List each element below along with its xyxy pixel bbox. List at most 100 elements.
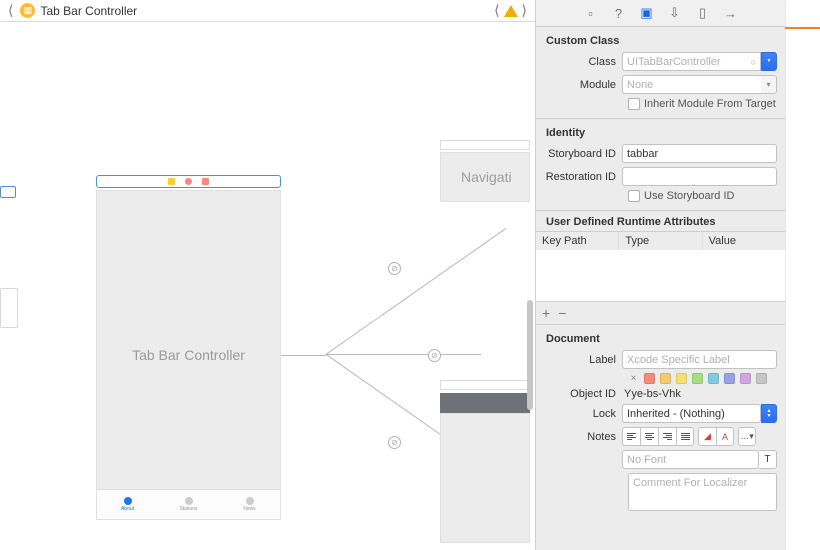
swatch-gray[interactable] (756, 373, 767, 384)
align-justify-button[interactable] (676, 427, 694, 446)
more-options-button[interactable]: …▾ (738, 427, 756, 446)
storyboard-canvas[interactable]: ⟨ ▦ Tab Bar Controller ⟨ ⟩ Tab Bar Contr… (0, 0, 535, 550)
breadcrumb-title: Tab Bar Controller (40, 4, 137, 18)
udra-add-button[interactable]: + (542, 305, 550, 321)
module-label: Module (544, 79, 622, 91)
offscreen-scene-stub (0, 186, 16, 198)
offscreen-scene-stub (0, 288, 18, 328)
identity-inspector-icon[interactable]: ▣ (639, 5, 655, 21)
align-left-button[interactable] (622, 427, 640, 446)
bg-color-button[interactable]: A (716, 427, 734, 446)
tab-glyph-icon (185, 497, 193, 505)
tab-item-about[interactable]: About (97, 490, 158, 519)
localizer-comment-field[interactable]: Comment For Localizer (628, 473, 777, 511)
font-picker-icon[interactable]: T (759, 450, 777, 469)
use-storyboard-id-checkbox[interactable] (628, 190, 640, 202)
tab-glyph-icon (246, 497, 254, 505)
segue-badge-icon[interactable]: ⊘ (388, 262, 401, 275)
restoration-id-field[interactable] (622, 167, 777, 186)
swatch-orange[interactable] (660, 373, 671, 384)
nav-back-icon[interactable]: ⟨ (6, 2, 15, 19)
text-color-button[interactable]: ◢ (698, 427, 716, 446)
udra-section: User Defined Runtime Attributes Key Path… (536, 211, 785, 325)
lock-select[interactable]: Inherited - (Nothing) (622, 404, 761, 423)
jump-forward-icon[interactable]: ⟩ (520, 2, 529, 19)
storyboard-id-field[interactable]: tabbar (622, 144, 777, 163)
connections-inspector-icon[interactable]: → (723, 5, 739, 21)
segue-badge-icon[interactable]: ⊘ (428, 349, 441, 362)
dest-scene[interactable]: Navigati (440, 152, 530, 202)
dest-scene-titlebar (440, 380, 530, 390)
class-dropdown-icon[interactable]: ▾ (761, 52, 777, 71)
inherit-module-checkbox[interactable] (628, 98, 640, 110)
section-title: Custom Class (544, 31, 777, 52)
jump-back-icon[interactable]: ⟨ (492, 2, 501, 19)
tab-item-label: News (243, 506, 256, 512)
lock-dropdown-icon[interactable]: ▴▾ (761, 404, 777, 423)
module-field[interactable]: None (622, 75, 761, 94)
dest-scene[interactable] (440, 413, 530, 543)
file-inspector-icon[interactable]: ▫ (583, 5, 599, 21)
notes-label: Notes (544, 431, 622, 443)
udra-body[interactable] (536, 250, 785, 302)
swatch-teal[interactable] (708, 373, 719, 384)
class-clear-icon[interactable]: ○ (747, 52, 761, 71)
tab-glyph-icon (124, 497, 132, 505)
canvas-scrollbar[interactable] (527, 300, 533, 410)
section-title: Document (544, 329, 777, 350)
align-right-button[interactable] (658, 427, 676, 446)
document-section: Document Label Xcode Specific Label × Ob… (536, 325, 785, 519)
dest-scene-titlebar (440, 140, 530, 150)
label-color-swatches: × (544, 373, 777, 384)
size-inspector-icon[interactable]: ▯ (695, 5, 711, 21)
tab-item-stations[interactable]: Stations (158, 490, 219, 519)
udra-col-value[interactable]: Value (703, 232, 785, 250)
notes-toolbar: ◢ A …▾ (622, 427, 777, 446)
swatch-blue[interactable] (724, 373, 735, 384)
object-id-value: Yye-bs-Vhk (622, 388, 777, 400)
attributes-inspector-icon[interactable]: ⇩ (667, 5, 683, 21)
section-title: User Defined Runtime Attributes (536, 211, 785, 231)
tab-item-label: About (121, 506, 134, 512)
font-field[interactable]: No Font (622, 450, 759, 469)
right-gutter (785, 0, 820, 550)
module-dropdown-icon[interactable]: ▾ (761, 75, 777, 94)
segue-line (281, 355, 326, 356)
segue-badge-icon[interactable]: ⊘ (388, 436, 401, 449)
swatch-red[interactable] (644, 373, 655, 384)
tab-bar: About Stations News (97, 489, 280, 519)
exit-icon (202, 178, 209, 185)
swatch-none[interactable]: × (628, 373, 639, 384)
restoration-id-label: Restoration ID (544, 171, 622, 183)
segue-line (325, 228, 506, 355)
class-field[interactable]: UITabBarController (622, 52, 747, 71)
custom-class-section: Custom Class Class UITabBarController ○ … (536, 27, 785, 119)
storyboard-icon: ▦ (20, 3, 35, 18)
tabbar-controller-scene[interactable]: Tab Bar Controller About Stations News (96, 190, 281, 520)
inspector-tab-bar: ▫ ? ▣ ⇩ ▯ → (536, 0, 785, 27)
swatch-purple[interactable] (740, 373, 751, 384)
udra-remove-button[interactable]: − (558, 305, 566, 321)
inspector-panel: ▫ ? ▣ ⇩ ▯ → Custom Class Class UITabBarC… (535, 0, 785, 550)
udra-col-type[interactable]: Type (619, 232, 702, 250)
section-title: Identity (544, 123, 777, 144)
storyboard-id-label: Storyboard ID (544, 148, 622, 160)
class-label: Class (544, 56, 622, 68)
swatch-yellow[interactable] (676, 373, 687, 384)
object-id-label: Object ID (544, 388, 622, 400)
udra-col-keypath[interactable]: Key Path (536, 232, 619, 250)
lock-label: Lock (544, 408, 622, 420)
align-center-button[interactable] (640, 427, 658, 446)
quickhelp-inspector-icon[interactable]: ? (611, 5, 627, 21)
dest-scene-label: Navigati (461, 169, 512, 185)
udra-footer: + − (536, 302, 785, 325)
segue-line (326, 354, 481, 355)
doc-label-field[interactable]: Xcode Specific Label (622, 350, 777, 369)
tab-item-news[interactable]: News (219, 490, 280, 519)
use-storyboard-id-label: Use Storyboard ID (644, 190, 734, 202)
canvas-breadcrumb-bar: ⟨ ▦ Tab Bar Controller ⟨ ⟩ (0, 0, 535, 22)
warning-icon[interactable] (504, 5, 518, 17)
scene-title-bar[interactable] (96, 175, 281, 188)
accent-divider (785, 27, 820, 29)
swatch-green[interactable] (692, 373, 703, 384)
